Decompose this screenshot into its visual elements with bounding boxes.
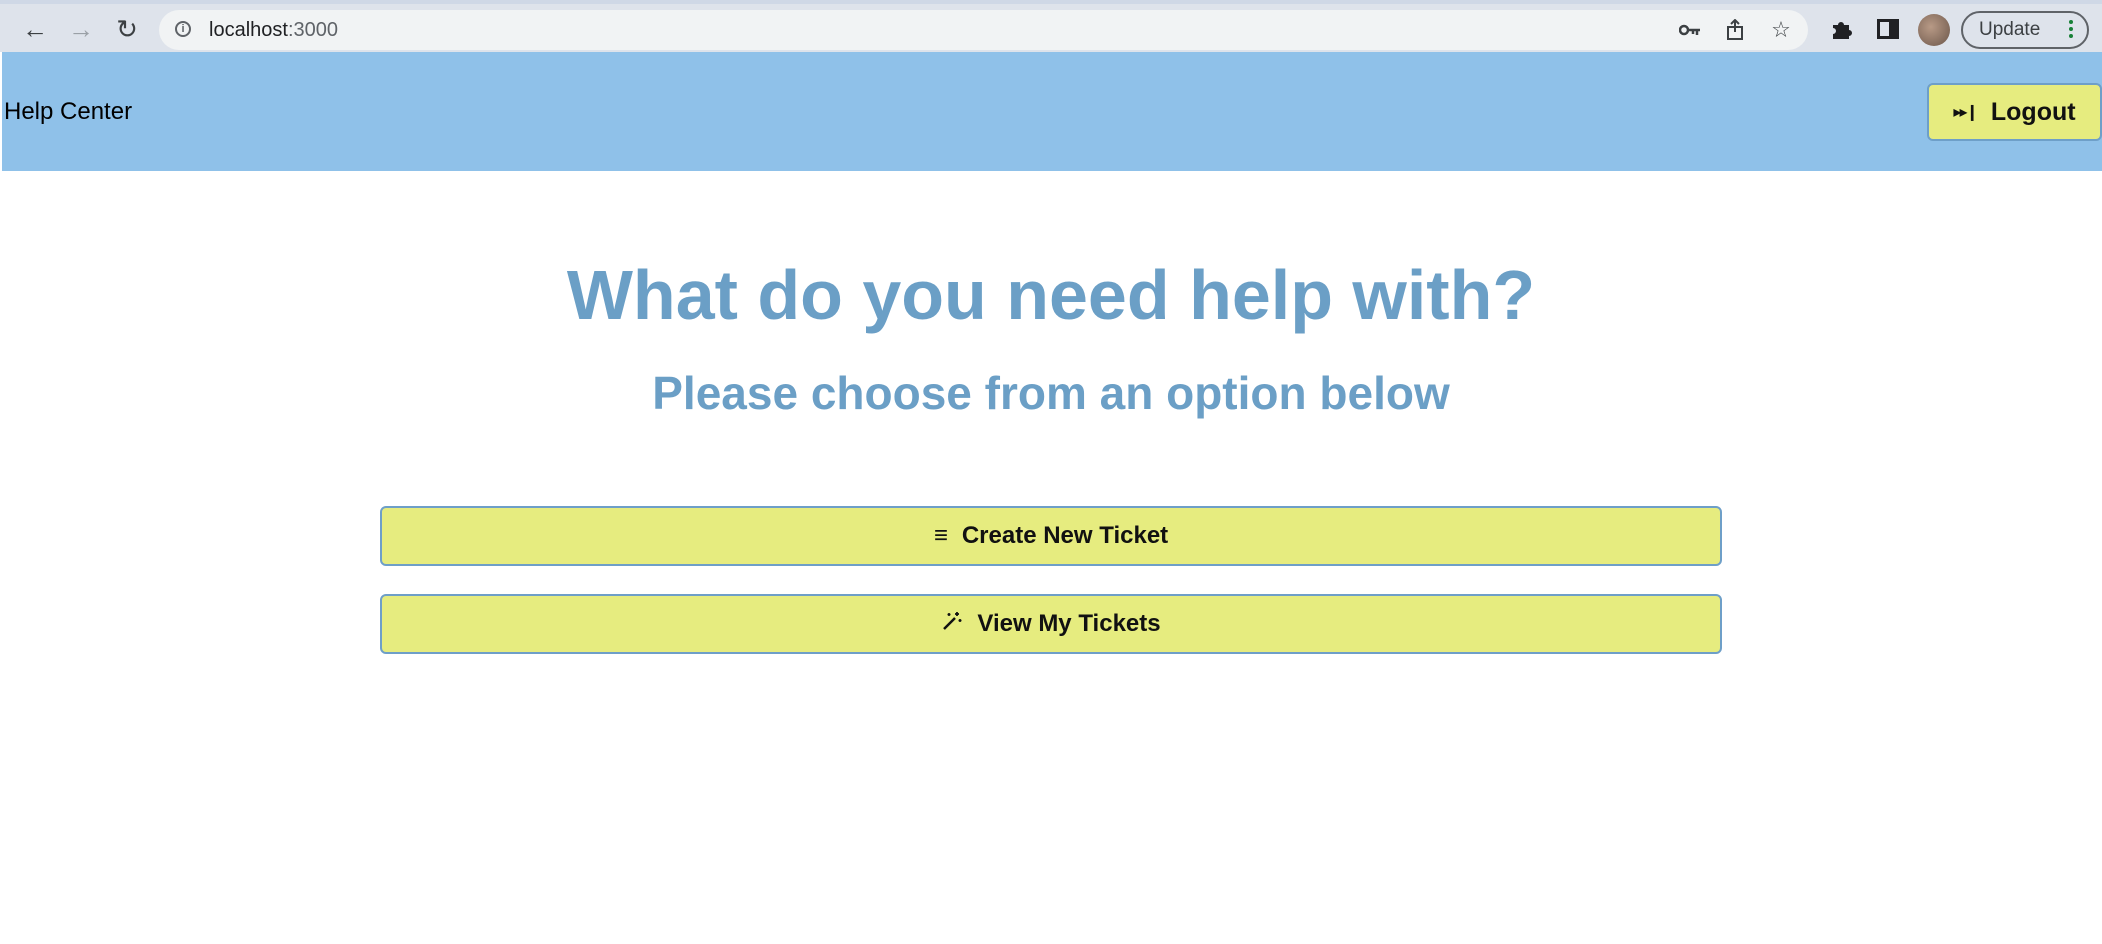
view-my-tickets-button[interactable]: View My Tickets bbox=[380, 594, 1722, 654]
update-button[interactable]: Update bbox=[1961, 11, 2089, 49]
logout-icon: ▸▸❙ bbox=[1953, 104, 1979, 121]
browser-toolbar: ← → ↻ i localhost:3000 ☆ Update bbox=[0, 0, 2102, 52]
url-text[interactable]: localhost:3000 bbox=[209, 10, 338, 50]
page-subheading: Please choose from an option below bbox=[652, 367, 1450, 419]
reload-icon[interactable]: ↻ bbox=[110, 12, 144, 46]
list-icon: ≡ bbox=[933, 522, 948, 549]
app-header: Help Center ▸▸❙ Logout bbox=[2, 52, 2102, 171]
key-icon[interactable] bbox=[1676, 16, 1704, 44]
extensions-puzzle-icon[interactable] bbox=[1826, 14, 1856, 44]
page-heading: What do you need help with? bbox=[566, 256, 1536, 334]
magic-wand-icon bbox=[941, 610, 963, 639]
address-bar[interactable]: i localhost:3000 ☆ bbox=[159, 10, 1808, 50]
back-arrow-icon[interactable]: ← bbox=[18, 12, 52, 46]
forward-arrow-icon[interactable]: → bbox=[64, 12, 98, 46]
create-new-ticket-label: Create New Ticket bbox=[961, 522, 1169, 549]
side-panel-icon[interactable] bbox=[1873, 14, 1903, 44]
logout-button[interactable]: ▸▸❙ Logout bbox=[1927, 83, 2102, 141]
share-icon[interactable] bbox=[1721, 16, 1749, 44]
app-title[interactable]: Help Center bbox=[4, 52, 132, 171]
profile-avatar[interactable] bbox=[1918, 14, 1950, 46]
update-label: Update bbox=[1979, 19, 2041, 40]
more-menu-icon[interactable] bbox=[2069, 20, 2075, 40]
logout-label: Logout bbox=[1990, 97, 2076, 126]
create-new-ticket-button[interactable]: ≡ Create New Ticket bbox=[380, 506, 1722, 566]
bookmark-star-icon[interactable]: ☆ bbox=[1767, 16, 1795, 44]
view-my-tickets-label: View My Tickets bbox=[977, 610, 1161, 637]
site-info-icon[interactable]: i bbox=[175, 21, 191, 37]
